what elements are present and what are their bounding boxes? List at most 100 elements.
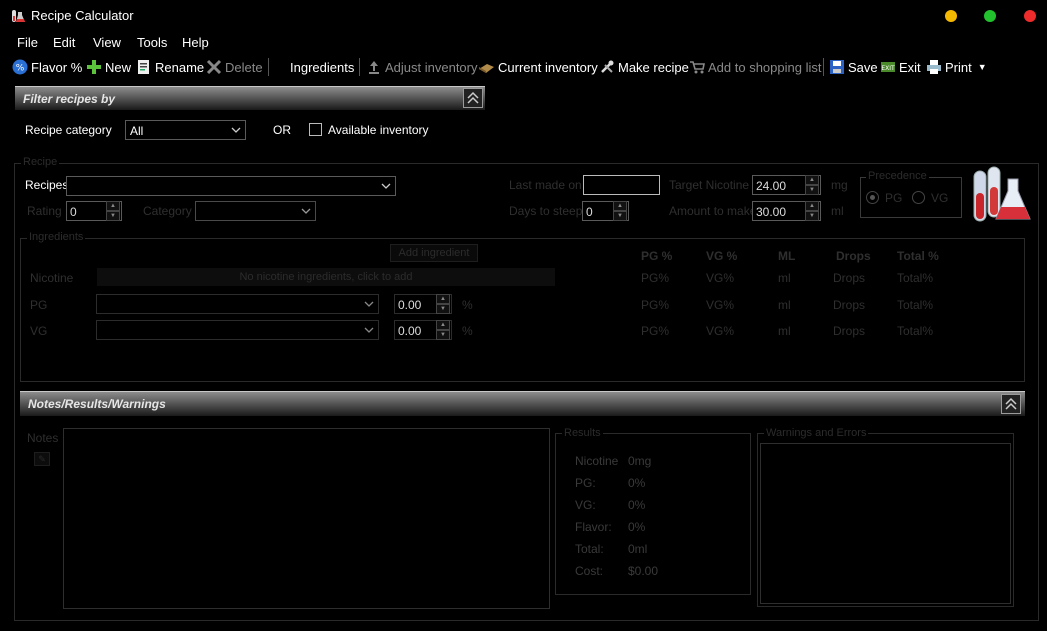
rating-value: 0 <box>70 205 77 219</box>
percent-icon: % <box>12 59 28 75</box>
vg-ingredient-select[interactable] <box>96 320 379 340</box>
plus-icon <box>86 59 102 75</box>
warnings-textarea <box>760 443 1011 604</box>
exit-label: Exit <box>899 59 921 75</box>
adjust-inventory-button[interactable]: Adjust inventory <box>366 58 478 76</box>
vg-percent-spinner[interactable]: ▲ ▼ <box>436 320 450 340</box>
pg-percent-sign: % <box>462 298 473 312</box>
result-label: Flavor: <box>575 520 612 534</box>
make-recipe-button[interactable]: Make recipe <box>599 58 689 76</box>
menu-help[interactable]: Help <box>182 35 209 50</box>
days-steep-spinner[interactable]: ▲ ▼ <box>613 201 627 221</box>
notes-header-label: Notes/Results/Warnings <box>28 397 166 411</box>
days-steep-value: 0 <box>586 205 593 219</box>
toolbar-separator <box>268 58 269 76</box>
delete-label: Delete <box>225 59 263 75</box>
exit-icon: EXIT <box>880 59 896 75</box>
current-inventory-label: Current inventory <box>498 59 598 75</box>
category-select[interactable] <box>195 201 316 221</box>
menu-view[interactable]: View <box>93 35 121 50</box>
result-label: PG: <box>575 476 596 490</box>
last-made-field[interactable] <box>583 175 660 195</box>
amount-to-make-stepper[interactable]: 30.00 ▲ ▼ <box>752 201 821 221</box>
result-label: VG: <box>575 498 596 512</box>
rename-icon <box>136 59 152 75</box>
ingredient-cell: Total% <box>897 324 934 338</box>
days-steep-stepper[interactable]: 0 ▲ ▼ <box>582 201 629 221</box>
notes-textarea[interactable] <box>63 428 550 609</box>
recipe-category-select[interactable]: All <box>125 120 246 140</box>
result-label: Nicotine <box>575 454 619 468</box>
amount-to-make-spinner[interactable]: ▲ ▼ <box>805 201 819 221</box>
ingredients-button[interactable]: Ingredients <box>290 58 354 76</box>
pg-ingredient-select[interactable] <box>96 294 379 314</box>
vg-radio[interactable] <box>912 191 925 204</box>
vg-percent-header: VG % <box>706 249 738 263</box>
target-nicotine-spinner[interactable]: ▲ ▼ <box>805 175 819 195</box>
filter-section-header: Filter recipes by <box>15 86 485 110</box>
box-icon <box>478 59 495 75</box>
vg-percent-sign: % <box>462 324 473 338</box>
target-nicotine-unit: mg <box>831 178 848 192</box>
delete-button[interactable]: Delete <box>206 58 263 76</box>
menu-tools[interactable]: Tools <box>137 35 167 50</box>
double-chevron-up-icon <box>1005 397 1017 410</box>
menu-edit[interactable]: Edit <box>53 35 75 50</box>
result-value: 0% <box>628 520 646 534</box>
flavor-percent-button[interactable]: % Flavor % <box>12 58 82 76</box>
save-button[interactable]: Save <box>829 58 878 76</box>
target-nicotine-stepper[interactable]: 24.00 ▲ ▼ <box>752 175 821 195</box>
chevron-down-icon <box>301 208 311 214</box>
or-label: OR <box>273 123 291 137</box>
minimize-button[interactable] <box>945 10 957 22</box>
rename-button[interactable]: Rename <box>136 58 204 76</box>
ingredient-cell: Total% <box>897 298 934 312</box>
pg-percent-spinner[interactable]: ▲ ▼ <box>436 294 450 314</box>
chevron-down-icon <box>364 301 374 307</box>
ingredient-cell: PG% <box>641 298 670 312</box>
pg-radio[interactable] <box>866 191 879 204</box>
recipes-select[interactable] <box>66 176 396 196</box>
notes-section-header: Notes/Results/Warnings <box>20 391 1025 416</box>
menu-file[interactable]: File <box>17 35 38 50</box>
flask-app-icon <box>10 8 26 24</box>
precedence-title: Precedence <box>866 170 929 182</box>
add-shopping-list-button[interactable]: Add to shopping list <box>689 58 821 76</box>
add-ingredient-button[interactable]: Add ingredient <box>390 244 478 262</box>
vg-label: VG <box>30 324 48 338</box>
notes-label: Notes <box>27 431 59 445</box>
toolbar-separator <box>823 58 824 76</box>
pg-percent-stepper[interactable]: 0.00 ▲ ▼ <box>394 294 452 314</box>
nicotine-add-bar[interactable]: No nicotine ingredients, click to add <box>97 268 555 286</box>
floppy-disk-icon <box>829 59 845 75</box>
amount-to-make-value: 30.00 <box>756 205 787 219</box>
notes-edit-button[interactable]: ✎ <box>34 452 50 466</box>
new-button[interactable]: New <box>86 58 131 76</box>
new-label: New <box>105 59 132 75</box>
ingredient-cell: ml <box>778 271 791 285</box>
vg-percent-stepper[interactable]: 0.00 ▲ ▼ <box>394 320 452 340</box>
ingredient-cell: Drops <box>833 324 866 338</box>
vg-percent-value: 0.00 <box>398 324 422 338</box>
title-bar: Recipe Calculator <box>0 0 1047 32</box>
dropdown-arrow-icon: ▼ <box>977 62 987 72</box>
current-inventory-button[interactable]: Current inventory <box>478 58 598 76</box>
close-button[interactable] <box>1024 10 1036 22</box>
maximize-button[interactable] <box>984 10 996 22</box>
collapse-filter-button[interactable] <box>463 88 483 108</box>
rating-spinner[interactable]: ▲ ▼ <box>106 201 120 221</box>
warnings-title: Warnings and Errors <box>764 427 869 439</box>
result-label: Cost: <box>575 564 604 578</box>
amount-to-make-unit: ml <box>831 204 844 218</box>
rating-stepper[interactable]: 0 ▲ ▼ <box>66 201 122 221</box>
exit-button[interactable]: EXIT Exit <box>880 58 921 76</box>
ingredient-cell: VG% <box>706 271 735 285</box>
ingredient-cell: ml <box>778 324 791 338</box>
print-button[interactable]: Print ▼ <box>926 58 987 76</box>
target-nicotine-label: Target Nicotine <box>669 178 750 192</box>
last-made-label: Last made on <box>509 178 582 192</box>
available-inventory-checkbox[interactable] <box>309 123 322 136</box>
collapse-notes-button[interactable] <box>1001 394 1021 414</box>
ingredient-cell: PG% <box>641 271 670 285</box>
tools-icon <box>599 59 615 75</box>
